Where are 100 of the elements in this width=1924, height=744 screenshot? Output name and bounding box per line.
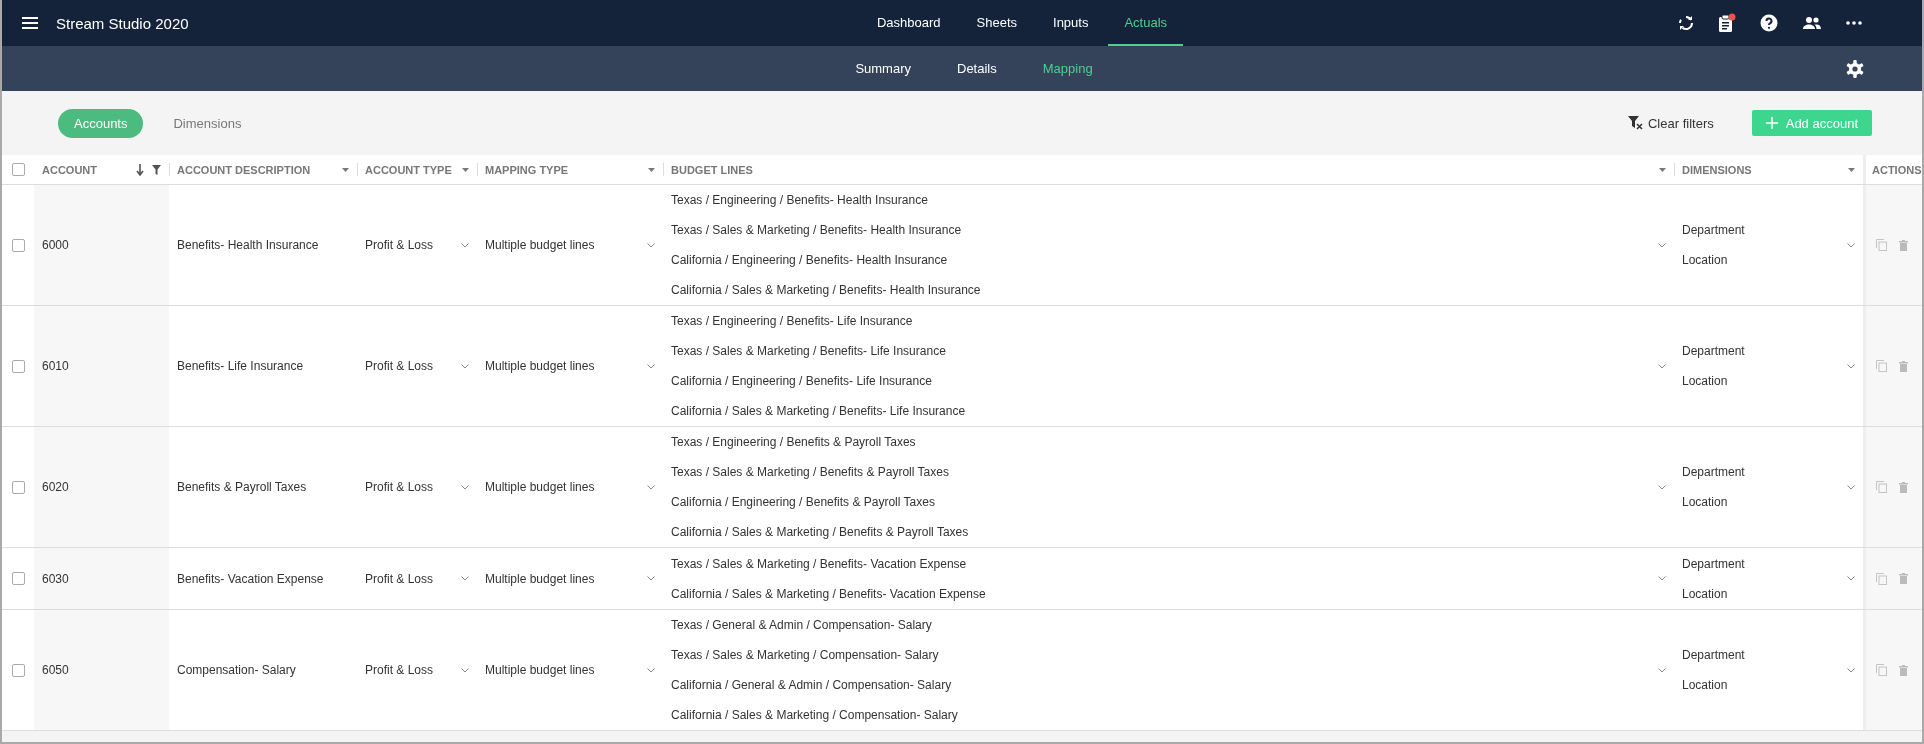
column-header: ACTIONS xyxy=(1872,163,1922,176)
dimension-item: Location xyxy=(1682,585,1729,603)
chevron-down-icon[interactable] xyxy=(1847,667,1855,673)
column-header: BUDGET LINES xyxy=(671,163,754,176)
menu-icon[interactable] xyxy=(22,17,38,29)
plus-icon xyxy=(1765,117,1778,129)
chevron-down-icon[interactable] xyxy=(1658,363,1666,369)
dimension-item: Department xyxy=(1682,464,1745,481)
budget-line: Texas / Sales & Marketing / Benefits- Life Insurance xyxy=(671,343,947,360)
budget-line: California / General & Admin / Compensation- Salary xyxy=(671,677,953,694)
chevron-down-icon[interactable] xyxy=(1847,576,1855,581)
budget-line: California / Sales & Marketing / Compensation- Salary xyxy=(671,707,958,724)
column-header: DIMENSIONS xyxy=(1682,163,1753,176)
nav-tab[interactable]: Dashboard xyxy=(860,0,957,46)
clear-filter-icon xyxy=(1627,116,1644,130)
budget-line: Texas / Sales & Marketing / Compensation- Salary xyxy=(671,647,940,664)
filter-icon[interactable] xyxy=(152,164,161,175)
dimension-item: Location xyxy=(1682,494,1729,511)
mapping-type-value: Multiple budget lines xyxy=(485,238,595,252)
budget-line: Texas / General & Admin / Compensation- Salary xyxy=(671,617,933,634)
budget-line: California / Engineering / Benefits- Life Insurance xyxy=(671,373,933,390)
account-description: Benefits- Health Insurance xyxy=(177,238,319,252)
dimension-item: Department xyxy=(1682,343,1745,360)
settings-icon[interactable] xyxy=(1846,59,1864,78)
chevron-down-icon[interactable] xyxy=(647,242,655,248)
budget-line: Texas / Engineering / Benefits- Health Insurance xyxy=(671,192,929,209)
row-checkbox[interactable] xyxy=(11,480,25,494)
chevron-down-icon[interactable] xyxy=(647,363,655,369)
column-header: ACCOUNT xyxy=(42,163,98,176)
trash-icon[interactable] xyxy=(1899,664,1908,676)
nav-tab[interactable]: Inputs xyxy=(1037,0,1105,46)
app-title: Stream Studio 2020 xyxy=(56,14,189,32)
sync-icon[interactable] xyxy=(1678,15,1694,31)
chevron-down-icon[interactable] xyxy=(1847,363,1855,369)
help-icon[interactable] xyxy=(1760,14,1778,32)
account-type-value: Profit & Loss xyxy=(365,480,434,494)
trash-icon[interactable] xyxy=(1899,239,1908,251)
dimension-item: Department xyxy=(1682,647,1745,664)
budget-line: California / Sales & Marketing / Benefits- Health Insurance xyxy=(671,282,981,299)
budget-line: Texas / Sales & Marketing / Benefits & Payroll Taxes xyxy=(671,464,950,481)
trash-icon[interactable] xyxy=(1899,360,1908,372)
trash-icon[interactable] xyxy=(1899,481,1908,493)
row-checkbox[interactable] xyxy=(11,572,25,585)
nav-tab[interactable]: Sheets xyxy=(960,0,1033,46)
account-number: 6000 xyxy=(42,238,69,252)
chevron-down-icon[interactable] xyxy=(647,484,655,490)
clipboard-icon[interactable] xyxy=(1718,13,1736,33)
chevron-down-icon[interactable] xyxy=(1658,576,1666,581)
trash-icon[interactable] xyxy=(1899,573,1908,584)
chevron-down-icon[interactable] xyxy=(461,242,469,248)
account-description: Benefits & Payroll Taxes xyxy=(177,480,307,494)
mapping-type-value: Multiple budget lines xyxy=(485,571,595,586)
sub-tab[interactable]: Details xyxy=(934,61,1020,76)
dimension-item: Location xyxy=(1682,252,1729,269)
chevron-down-icon[interactable] xyxy=(647,667,655,673)
select-all-checkbox[interactable] xyxy=(11,163,25,176)
clear-filters-button[interactable]: Clear filters xyxy=(1621,114,1720,132)
dimension-item: Location xyxy=(1682,373,1729,390)
more-icon[interactable] xyxy=(1846,21,1862,25)
row-checkbox[interactable] xyxy=(11,238,25,252)
account-type-value: Profit & Loss xyxy=(365,571,434,586)
chevron-down-icon[interactable] xyxy=(1658,484,1666,490)
chevron-down-icon[interactable] xyxy=(647,576,655,581)
people-icon[interactable] xyxy=(1802,16,1822,30)
account-type-value: Profit & Loss xyxy=(365,359,434,373)
sub-tab[interactable]: Summary xyxy=(832,61,934,76)
column-menu-caret-icon[interactable] xyxy=(648,167,655,172)
budget-line: Texas / Sales & Marketing / Benefits- Health Insurance xyxy=(671,222,963,239)
account-description: Compensation- Salary xyxy=(177,663,296,677)
budget-line: Texas / Sales & Marketing / Benefits- Vacation Expense xyxy=(671,555,968,573)
chevron-down-icon[interactable] xyxy=(1658,242,1666,248)
column-menu-caret-icon[interactable] xyxy=(1659,167,1666,172)
chevron-down-icon[interactable] xyxy=(1847,484,1855,490)
chevron-down-icon[interactable] xyxy=(461,576,469,581)
dimension-item: Department xyxy=(1682,222,1745,239)
account-type-value: Profit & Loss xyxy=(365,238,434,252)
mapping-type-value: Multiple budget lines xyxy=(485,663,595,677)
chevron-down-icon[interactable] xyxy=(461,363,469,369)
chevron-down-icon[interactable] xyxy=(461,484,469,490)
column-menu-caret-icon[interactable] xyxy=(342,167,349,172)
dimension-item: Department xyxy=(1682,555,1745,573)
budget-line: California / Engineering / Benefits & Payroll Taxes xyxy=(671,494,936,511)
account-type-value: Profit & Loss xyxy=(365,663,434,677)
chevron-down-icon[interactable] xyxy=(1658,667,1666,673)
row-checkbox[interactable] xyxy=(11,359,25,373)
column-menu-caret-icon[interactable] xyxy=(1848,167,1855,172)
view-toggle-tab[interactable]: Dimensions xyxy=(157,108,258,138)
chevron-down-icon[interactable] xyxy=(1847,242,1855,248)
budget-line: California / Engineering / Benefits- Health Insurance xyxy=(671,252,949,269)
sort-arrow-icon[interactable] xyxy=(136,163,144,176)
column-menu-caret-icon[interactable] xyxy=(462,167,469,172)
budget-line: California / Sales & Marketing / Benefits- Vacation Expense xyxy=(671,585,986,603)
budget-line: Texas / Engineering / Benefits- Life Insurance xyxy=(671,313,914,330)
row-checkbox[interactable] xyxy=(11,663,25,677)
budget-line: California / Sales & Marketing / Benefits & Payroll Taxes xyxy=(671,524,969,541)
account-description: Benefits- Vacation Expense xyxy=(177,571,324,586)
sub-tab[interactable]: Mapping xyxy=(1019,61,1116,76)
column-header: ACCOUNT DESCRIPTION xyxy=(177,163,312,176)
account-description: Benefits- Life Insurance xyxy=(177,359,304,373)
chevron-down-icon[interactable] xyxy=(461,667,469,673)
